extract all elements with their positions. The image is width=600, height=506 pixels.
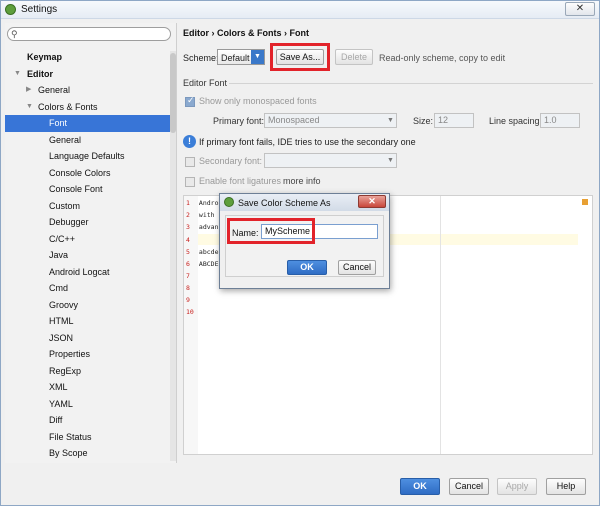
code-line: 3 advanc	[186, 223, 223, 231]
fallback-info-text: If primary font fails, IDE tries to use …	[199, 137, 416, 147]
sidebar-item-html[interactable]: HTML	[5, 313, 173, 330]
sidebar-item-by-scope[interactable]: By Scope	[5, 445, 173, 462]
info-icon: !	[183, 135, 196, 148]
scheme-select[interactable]: Default ▼	[217, 49, 265, 65]
delete-button[interactable]: Delete	[335, 49, 373, 65]
sidebar-item-colors-general[interactable]: General	[5, 132, 173, 149]
sidebar-scrollbar[interactable]	[170, 51, 176, 461]
code-line: 5 abcdef	[186, 248, 223, 256]
sidebar-item-file-status[interactable]: File Status	[5, 429, 173, 446]
name-field-highlight	[227, 218, 315, 244]
editor-font-section-title: Editor Font	[183, 78, 228, 88]
sidebar-item-diff[interactable]: Diff	[5, 412, 173, 429]
window-title: Settings	[21, 4, 58, 15]
sidebar-item-general[interactable]: ▶ General	[5, 82, 173, 99]
error-stripe-marker	[582, 199, 588, 205]
secondary-font-select[interactable]: ▼	[264, 153, 397, 168]
sidebar-item-properties[interactable]: Properties	[5, 346, 173, 363]
collapsed-arrow-icon[interactable]: ▶	[26, 82, 31, 99]
dialog-cancel-button[interactable]: Cancel	[338, 260, 376, 275]
dropdown-arrow-icon[interactable]: ▼	[385, 114, 396, 127]
dialog-ok-button[interactable]: OK	[287, 260, 327, 275]
search-icon: ⚲	[11, 29, 18, 39]
show-monospaced-checkbox[interactable]	[185, 95, 195, 107]
ligatures-checkbox[interactable]	[185, 176, 195, 187]
primary-font-value: Monospaced	[268, 115, 320, 125]
secondary-font-label: Secondary font:	[199, 156, 263, 166]
help-button[interactable]: Help	[546, 478, 586, 495]
settings-sidebar: ⚲ Keymap ▼ Editor ▶ General ▼ Colors & Font…	[5, 23, 177, 463]
apply-button[interactable]: Apply	[497, 478, 537, 495]
sidebar-item-console-colors[interactable]: Console Colors	[5, 165, 173, 182]
ligatures-label: Enable font ligatures	[199, 176, 282, 186]
size-field[interactable]: 12	[434, 113, 474, 128]
sidebar-item-c-cpp[interactable]: C/C++	[5, 231, 173, 248]
more-info-link[interactable]: more info	[283, 176, 321, 186]
sidebar-item-groovy[interactable]: Groovy	[5, 297, 173, 314]
show-monospaced-label: Show only monospaced fonts	[199, 96, 317, 106]
sidebar-item-font[interactable]: Font	[5, 115, 173, 132]
ok-button[interactable]: OK	[400, 478, 440, 495]
sidebar-item-xml[interactable]: XML	[5, 379, 173, 396]
code-line: 7	[186, 272, 190, 280]
settings-tree: Keymap ▼ Editor ▶ General ▼ Colors & Fonts …	[5, 49, 173, 462]
ligatures-row: Enable font ligatures	[185, 176, 281, 187]
code-line: 9	[186, 296, 190, 304]
code-line: 6 ABCDEF	[186, 260, 223, 268]
show-monospaced-row: Show only monospaced fonts	[185, 95, 317, 107]
secondary-font-checkbox[interactable]	[185, 156, 195, 167]
scheme-value: Default	[221, 53, 250, 63]
settings-search-input[interactable]: ⚲	[7, 27, 171, 41]
dialog-title-bar: Save Color Scheme As ✕	[220, 194, 389, 211]
sidebar-item-debugger[interactable]: Debugger	[5, 214, 173, 231]
size-label: Size:	[413, 116, 434, 126]
code-line: 8	[186, 284, 190, 292]
sidebar-item-language-defaults[interactable]: Language Defaults	[5, 148, 173, 165]
code-line: 4	[186, 236, 190, 244]
right-margin-guide	[440, 196, 441, 454]
sidebar-item-regexp[interactable]: RegExp	[5, 363, 173, 380]
expanded-arrow-icon[interactable]: ▼	[14, 66, 21, 83]
code-line: 10	[186, 308, 194, 316]
dropdown-arrow-icon[interactable]: ▼	[385, 154, 396, 167]
sidebar-item-keymap[interactable]: Keymap	[5, 49, 173, 66]
section-divider	[229, 83, 593, 84]
cancel-button[interactable]: Cancel	[449, 478, 489, 495]
save-as-highlight	[270, 43, 330, 71]
title-bar: Settings ✕	[1, 1, 599, 19]
sidebar-item-console-font[interactable]: Console Font	[5, 181, 173, 198]
readonly-note: Read-only scheme, copy to edit	[379, 53, 506, 63]
sidebar-item-json[interactable]: JSON	[5, 330, 173, 347]
primary-font-label: Primary font:	[213, 116, 265, 126]
dialog-close-button[interactable]: ✕	[358, 195, 386, 208]
sidebar-item-custom[interactable]: Custom	[5, 198, 173, 215]
save-scheme-dialog: Save Color Scheme As ✕ Name: MyScheme OK…	[219, 193, 390, 289]
secondary-font-row: Secondary font:	[185, 156, 262, 167]
breadcrumb: Editor › Colors & Fonts › Font	[183, 28, 309, 38]
sidebar-item-colors-fonts[interactable]: ▼ Colors & Fonts	[5, 99, 173, 116]
expanded-arrow-icon[interactable]: ▼	[26, 99, 33, 116]
scrollbar-thumb[interactable]	[170, 53, 176, 133]
primary-font-select[interactable]: Monospaced ▼	[264, 113, 397, 128]
dropdown-arrow-icon[interactable]: ▼	[251, 50, 264, 64]
sidebar-item-yaml[interactable]: YAML	[5, 396, 173, 413]
window-close-button[interactable]: ✕	[565, 2, 595, 16]
scheme-label: Scheme:	[183, 53, 219, 63]
sidebar-item-editor[interactable]: ▼ Editor	[5, 66, 173, 83]
sidebar-item-java[interactable]: Java	[5, 247, 173, 264]
line-spacing-field[interactable]: 1.0	[540, 113, 580, 128]
sidebar-item-android-logcat[interactable]: Android Logcat	[5, 264, 173, 281]
dialog-title: Save Color Scheme As	[238, 198, 331, 208]
code-line: 2 with	[186, 211, 215, 219]
android-studio-icon	[224, 197, 234, 207]
line-spacing-label: Line spacing:	[489, 116, 543, 126]
sidebar-item-cmd[interactable]: Cmd	[5, 280, 173, 297]
android-studio-icon	[5, 4, 16, 15]
